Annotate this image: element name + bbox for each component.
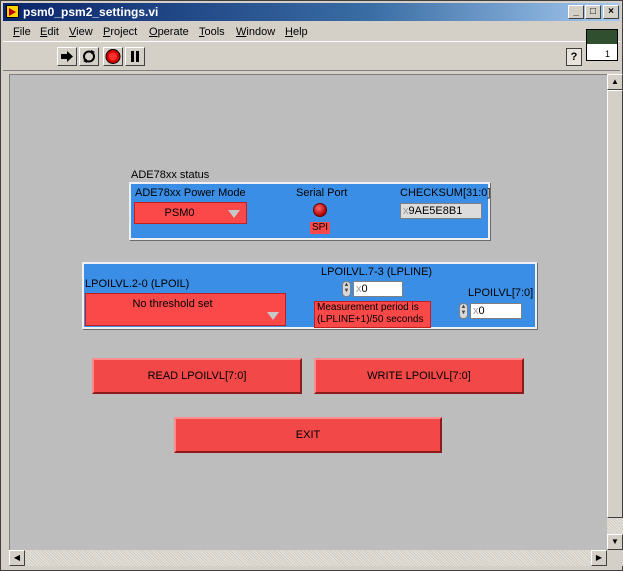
lpoil-threshold-ring[interactable]: No threshold set [85, 293, 286, 326]
menu-window[interactable]: Window [236, 26, 275, 38]
serial-port-label: Serial Port [296, 187, 348, 199]
minimize-button[interactable]: _ [568, 5, 584, 19]
checksum-indicator: x9AE5E8B1 [400, 203, 482, 219]
status-cluster-title: ADE78xx status [131, 169, 210, 181]
menu-view[interactable]: View [69, 26, 93, 38]
menu-project[interactable]: Project [103, 26, 137, 38]
vertical-scroll-thumb[interactable] [607, 90, 623, 518]
lpline-input[interactable]: x0 [353, 281, 403, 297]
menu-tools[interactable]: Tools [199, 26, 225, 38]
measurement-period-note: Measurement period is (LPLINE+1)/50 seco… [314, 301, 431, 328]
scroll-up-arrow-icon[interactable]: ▲ [607, 74, 623, 90]
exit-button[interactable]: EXIT [174, 417, 442, 453]
run-button[interactable] [57, 47, 77, 66]
vi-connector-icon[interactable]: 1 [586, 29, 618, 61]
title-bar[interactable]: psm0_psm2_settings.vi _ □ × [3, 3, 620, 21]
lpoilvl-input[interactable]: x0 [470, 303, 522, 319]
vertical-scrollbar[interactable]: ▲ ▼ [607, 74, 623, 550]
menu-operate[interactable]: Operate [149, 26, 189, 38]
read-lpoilvl-button[interactable]: READ LPOILVL[7:0] [92, 358, 302, 394]
labview-vi-icon [6, 5, 19, 18]
write-lpoilvl-button[interactable]: WRITE LPOILVL[7:0] [314, 358, 524, 394]
menu-help[interactable]: Help [285, 26, 308, 38]
status-cluster: ADE78xx Power Mode PSM0 Serial Port SPI … [129, 182, 490, 240]
front-panel: ADE78xx status ADE78xx Power Mode PSM0 S… [9, 74, 607, 550]
lpline-label: LPOILVL.7-3 (LPLINE) [321, 266, 433, 278]
lpline-increment-spinner[interactable]: ▲ ▼ [342, 281, 351, 297]
context-help-button[interactable]: ? [566, 48, 582, 66]
power-mode-ring[interactable]: PSM0 [134, 202, 247, 224]
abort-button[interactable] [103, 47, 123, 66]
abort-icon [105, 49, 121, 64]
menu-bar: File Edit View Project Operate Tools Win… [3, 22, 620, 41]
menu-edit[interactable]: Edit [40, 26, 59, 38]
menu-file[interactable]: File [13, 26, 31, 38]
close-button[interactable]: × [603, 5, 619, 19]
lpoilvl-label: LPOILVL[7:0] [468, 287, 534, 299]
serial-port-spi-text: SPI [310, 222, 330, 234]
pause-icon [131, 51, 139, 62]
maximize-button[interactable]: □ [585, 5, 601, 19]
scroll-right-arrow-icon[interactable]: ▶ [591, 550, 607, 566]
vi-window: psm0_psm2_settings.vi _ □ × File Edit Vi… [0, 0, 623, 571]
chevron-down-icon [228, 210, 240, 218]
scroll-left-arrow-icon[interactable]: ◀ [9, 550, 25, 566]
scroll-down-arrow-icon[interactable]: ▼ [607, 534, 623, 550]
pause-button[interactable] [125, 47, 145, 66]
run-arrow-icon [61, 51, 73, 62]
chevron-down-icon [267, 312, 279, 320]
power-mode-label: ADE78xx Power Mode [135, 187, 246, 199]
run-continuously-icon [83, 50, 95, 63]
lpoilvl-increment-spinner[interactable]: ▲ ▼ [459, 303, 468, 319]
lpoil-label: LPOILVL.2-0 (LPOIL) [85, 278, 190, 290]
serial-port-led [313, 203, 327, 217]
lpoil-cluster: LPOILVL.2-0 (LPOIL) No threshold set LPO… [82, 262, 537, 329]
checksum-label: CHECKSUM[31:0] [400, 187, 491, 199]
toolbar [3, 41, 620, 71]
run-continuously-button[interactable] [79, 47, 99, 66]
size-grip-icon[interactable] [607, 550, 623, 566]
window-title: psm0_psm2_settings.vi [23, 5, 159, 19]
horizontal-scrollbar[interactable]: ◀ ▶ [9, 550, 607, 566]
